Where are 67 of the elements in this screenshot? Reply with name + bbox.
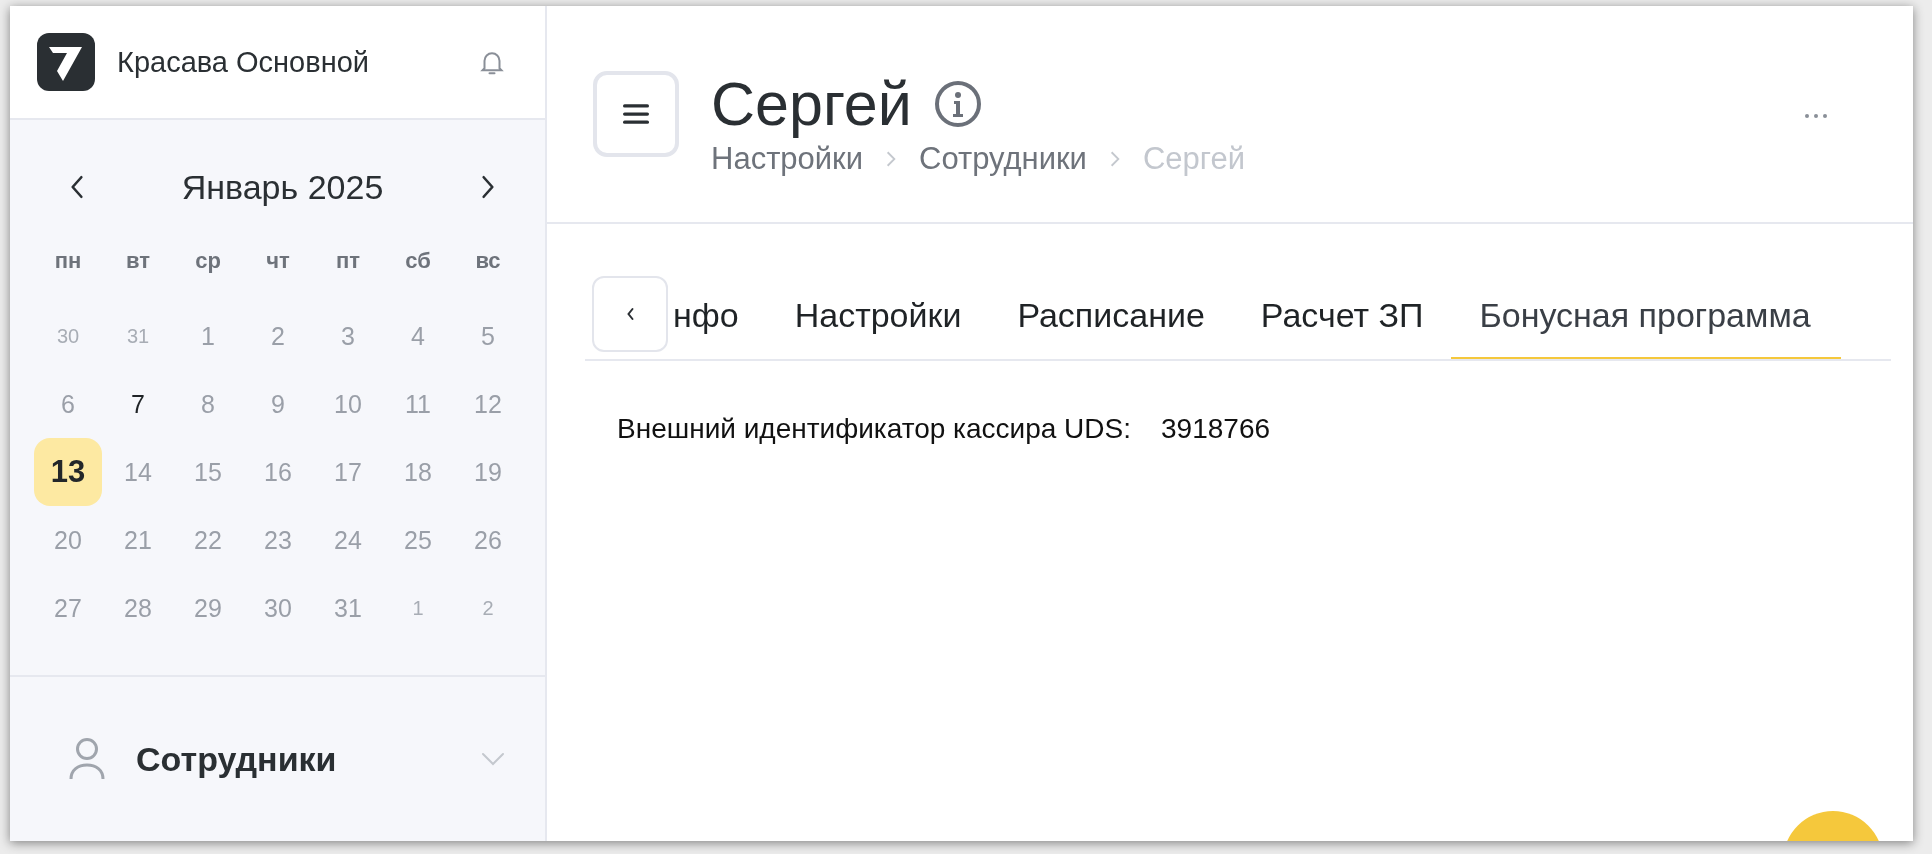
calendar-day[interactable]: 25: [384, 506, 452, 574]
calendar-day[interactable]: 26: [454, 506, 522, 574]
weekday-label: сб: [404, 248, 432, 274]
calendar-day[interactable]: 27: [34, 574, 102, 642]
calendar-day[interactable]: 15: [174, 438, 242, 506]
more-dots-icon: [1803, 113, 1829, 119]
field-label: Внешний идентификатор кассира UDS:: [617, 413, 1131, 444]
tab[interactable]: Расписание: [989, 296, 1233, 359]
calendar-day[interactable]: 20: [34, 506, 102, 574]
calendar-day[interactable]: 4: [384, 302, 452, 370]
calendar-day[interactable]: 16: [244, 438, 312, 506]
calendar-day[interactable]: 19: [454, 438, 522, 506]
calendar-day[interactable]: 9: [244, 370, 312, 438]
calendar-day[interactable]: 30: [244, 574, 312, 642]
weekday-label: пн: [53, 248, 83, 274]
page-title: Сергей: [711, 71, 912, 137]
calendar-day[interactable]: 1: [384, 574, 452, 642]
weekday-label: чт: [265, 248, 291, 274]
calendar-day[interactable]: 24: [314, 506, 382, 574]
breadcrumb-separator-icon: [1108, 150, 1121, 168]
calendar-day[interactable]: 1: [174, 302, 242, 370]
calendar-day[interactable]: 30: [34, 302, 102, 370]
calendar-day[interactable]: 12: [454, 370, 522, 438]
calendar-day[interactable]: 3: [314, 302, 382, 370]
menu-button[interactable]: [593, 71, 679, 157]
tab[interactable]: Настройки: [766, 296, 990, 359]
person-icon: [68, 737, 106, 781]
weekday-label: вт: [125, 248, 151, 274]
next-month-icon[interactable]: [480, 174, 496, 200]
calendar-day[interactable]: 6: [34, 370, 102, 438]
calendar-day[interactable]: 2: [454, 574, 522, 642]
calendar-day[interactable]: 13: [34, 438, 102, 506]
nav-item[interactable]: Сотрудники: [68, 737, 505, 781]
tab[interactable]: Бонусная программа: [1451, 296, 1841, 359]
chevron-left-icon: [625, 307, 635, 321]
calendar-day[interactable]: 17: [314, 438, 382, 506]
calendar-day[interactable]: 28: [104, 574, 172, 642]
calendar-day[interactable]: 14: [104, 438, 172, 506]
breadcrumb-link[interactable]: Настройки: [711, 141, 863, 177]
calendar-day[interactable]: 8: [174, 370, 242, 438]
field-value: 3918766: [1161, 413, 1271, 444]
calendar-day[interactable]: 29: [174, 574, 242, 642]
calendar-day[interactable]: 2: [244, 302, 312, 370]
tab[interactable]: Расчет ЗП: [1232, 296, 1452, 359]
chevron-icon: [481, 752, 505, 766]
calendar-day[interactable]: 23: [244, 506, 312, 574]
breadcrumb-separator-icon: [885, 150, 897, 168]
previous-month-icon[interactable]: [69, 174, 85, 200]
calendar-day[interactable]: 7: [104, 370, 172, 438]
company-name: Красава Основной: [117, 45, 370, 79]
calendar-day[interactable]: 22: [174, 506, 242, 574]
calendar-day[interactable]: 5: [454, 302, 522, 370]
menu-icon: [623, 103, 649, 125]
weekday-label: пт: [334, 248, 362, 274]
calendar-day[interactable]: 10: [314, 370, 382, 438]
logo-icon: [37, 33, 95, 91]
calendar-day[interactable]: 18: [384, 438, 452, 506]
info-icon[interactable]: [933, 80, 982, 128]
month-title: Январь 2025: [181, 167, 384, 207]
breadcrumb-link[interactable]: Сотрудники: [919, 141, 1087, 177]
weekday-label: вс: [474, 248, 502, 274]
calendar-day[interactable]: 11: [384, 370, 452, 438]
weekday-label: ср: [194, 248, 222, 274]
tab[interactable]: нфо: [673, 296, 767, 359]
calendar-day[interactable]: 31: [314, 574, 382, 642]
calendar-day[interactable]: 21: [104, 506, 172, 574]
calendar-day[interactable]: 31: [104, 302, 172, 370]
